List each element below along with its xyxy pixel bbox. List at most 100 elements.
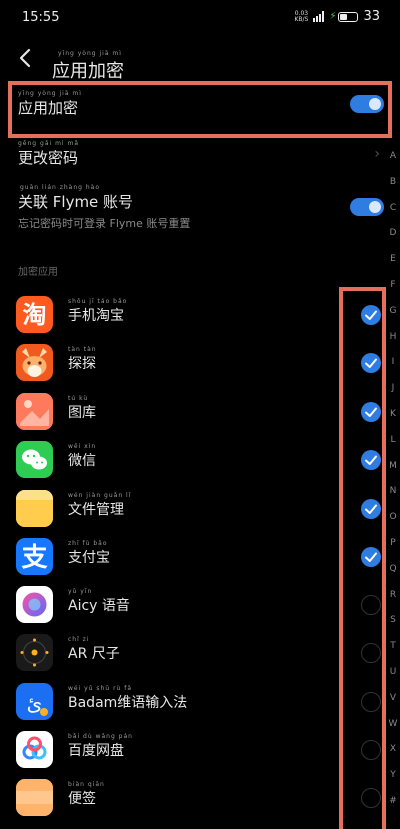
app-list-item[interactable]: 淘 shǒu jī táo bǎo 手机淘宝 — [0, 292, 381, 340]
tantan-fox-icon — [16, 344, 53, 381]
alphabet-index-letter[interactable]: M — [386, 461, 400, 487]
alphabet-index-letter[interactable]: # — [386, 796, 400, 822]
change-password-row[interactable]: gēng gǎi mì mǎ 更改密码 › — [0, 140, 400, 176]
app-name: bǎi dù wǎng pán 百度网盘 — [68, 733, 133, 760]
signal-icon — [313, 11, 325, 22]
alphabet-index-letter[interactable]: R — [386, 590, 400, 616]
app-name: chǐ zi AR 尺子 — [68, 636, 120, 663]
alphabet-index-letter[interactable]: U — [386, 667, 400, 693]
app-name-pinyin: biàn qiān — [68, 781, 105, 788]
app-list-item[interactable]: bǎi dù wǎng pán 百度网盘 — [0, 727, 381, 775]
app-name-pinyin: wéi yǔ shū rù fǎ — [68, 685, 133, 692]
app-name-text: 百度网盘 — [68, 743, 124, 759]
app-name-pinyin: wēi xìn — [68, 443, 97, 450]
app-name-pinyin: yǔ yīn — [68, 588, 93, 595]
app-list-item[interactable]: ئ wéi yǔ shū rù fǎ Badam维语输入法 — [0, 679, 381, 727]
app-name-pinyin: zhī fù bǎo — [68, 540, 108, 547]
alphabet-index-letter[interactable]: E — [386, 254, 400, 280]
charging-icon: ⚡ — [329, 11, 337, 22]
app-name: yǔ yīn Aicy 语音 — [68, 588, 130, 615]
section-title: 加密应用 — [18, 267, 58, 278]
battery-level: 33 — [363, 9, 380, 24]
app-list-item[interactable]: wén jiàn guǎn lǐ 文件管理 — [0, 486, 381, 534]
page-title-pinyin: yīng yòng jiā mì — [58, 50, 122, 57]
ar-ruler-icon — [16, 634, 53, 671]
app-name-text: 图库 — [68, 405, 96, 421]
checkbox-column-outline — [339, 287, 386, 829]
alphabet-index-letter[interactable]: O — [386, 512, 400, 538]
folder-icon — [16, 490, 53, 527]
gallery-icon — [16, 393, 53, 430]
change-password-text: 更改密码 — [18, 149, 79, 167]
svg-text:淘: 淘 — [23, 301, 47, 329]
highlight-outline — [8, 81, 392, 138]
alphabet-index-letter[interactable]: P — [386, 538, 400, 564]
svg-text:支: 支 — [21, 543, 47, 573]
app-name: wēi xìn 微信 — [68, 443, 96, 470]
app-name-pinyin: chǐ zi — [68, 636, 90, 643]
taobao-icon: 淘 — [23, 301, 47, 329]
app-name-text: 文件管理 — [68, 502, 124, 518]
link-flyme-row[interactable]: guān lián zhàng hào 关联 Flyme 账号 忘记密码时可登录… — [0, 184, 400, 232]
aicy-icon — [22, 592, 47, 617]
app-list-item[interactable]: chǐ zi AR 尺子 — [0, 630, 381, 678]
link-flyme-toggle[interactable] — [350, 198, 384, 216]
alphabet-index[interactable]: A B C D E F G H I J K L M N O P Q R S T U V W X Y # — [386, 151, 400, 822]
app-name-text: Aicy 语音 — [68, 598, 130, 614]
alphabet-index-letter[interactable]: L — [386, 435, 400, 461]
app-list-item[interactable]: tú kù 图库 — [0, 389, 381, 437]
app-name-text: AR 尺子 — [68, 646, 120, 662]
page-title-text: 应用加密 — [52, 61, 124, 82]
change-password-pinyin: gēng gǎi mì mǎ — [18, 140, 80, 147]
net-speed: 0.03 KB/S — [294, 10, 308, 23]
alphabet-index-letter[interactable]: H — [386, 332, 400, 358]
app-name: zhī fù bǎo 支付宝 — [68, 540, 110, 567]
alphabet-index-letter[interactable]: G — [386, 306, 400, 332]
notes-icon — [16, 779, 53, 816]
header: yīng yòng jiā mì 应用加密 — [0, 36, 400, 82]
link-flyme-label: guān lián zhàng hào 关联 Flyme 账号 — [18, 184, 133, 212]
app-name-text: 支付宝 — [68, 550, 110, 566]
alphabet-index-letter[interactable]: J — [386, 383, 400, 409]
app-list-item[interactable]: tàn tàn 探探 — [0, 340, 381, 388]
alphabet-index-letter[interactable]: Y — [386, 770, 400, 796]
alphabet-index-letter[interactable]: B — [386, 177, 400, 203]
app-name: wén jiàn guǎn lǐ 文件管理 — [68, 492, 131, 519]
alipay-icon: 支 — [21, 543, 47, 573]
app-list-item[interactable]: wēi xìn 微信 — [0, 437, 381, 485]
status-icons: 0.03 KB/S ⚡ 33 — [294, 9, 380, 24]
app-name: biàn qiān 便签 — [68, 781, 105, 808]
status-time: 15:55 — [22, 10, 60, 25]
app-name-pinyin: shǒu jī táo bǎo — [68, 298, 128, 305]
alphabet-index-letter[interactable]: I — [386, 357, 400, 383]
wechat-icon — [22, 449, 47, 470]
alphabet-index-letter[interactable]: F — [386, 280, 400, 306]
back-button[interactable] — [16, 46, 36, 70]
alphabet-index-letter[interactable]: N — [386, 486, 400, 512]
app-name: tú kù 图库 — [68, 395, 96, 422]
alphabet-index-letter[interactable]: T — [386, 641, 400, 667]
notes-icon — [16, 779, 53, 816]
alphabet-index-letter[interactable]: K — [386, 409, 400, 435]
alphabet-index-letter[interactable]: W — [386, 719, 400, 745]
app-name: shǒu jī táo bǎo 手机淘宝 — [68, 298, 127, 325]
back-arrow-icon — [19, 48, 31, 68]
badam-icon: ئ — [27, 691, 48, 716]
alphabet-index-letter[interactable]: V — [386, 693, 400, 719]
app-name-pinyin: tú kù — [68, 395, 89, 402]
app-list-item[interactable]: yǔ yīn Aicy 语音 — [0, 582, 381, 630]
baidu-netdisk-icon — [22, 736, 47, 760]
app-name-text: 微信 — [68, 453, 96, 469]
alphabet-index-letter[interactable]: X — [386, 744, 400, 770]
alphabet-index-letter[interactable]: S — [386, 615, 400, 641]
chevron-right-icon: › — [374, 146, 380, 162]
alipay-icon: 支 — [16, 538, 53, 575]
alphabet-index-letter[interactable]: C — [386, 203, 400, 229]
tantan-fox-icon — [22, 348, 47, 377]
alphabet-index-letter[interactable]: D — [386, 228, 400, 254]
change-password-label: gēng gǎi mì mǎ 更改密码 — [18, 140, 79, 168]
alphabet-index-letter[interactable]: A — [386, 151, 400, 177]
app-list-item[interactable]: biàn qiān 便签 — [0, 775, 381, 823]
app-list-item[interactable]: 支 zhī fù bǎo 支付宝 — [0, 534, 381, 582]
alphabet-index-letter[interactable]: Q — [386, 564, 400, 590]
